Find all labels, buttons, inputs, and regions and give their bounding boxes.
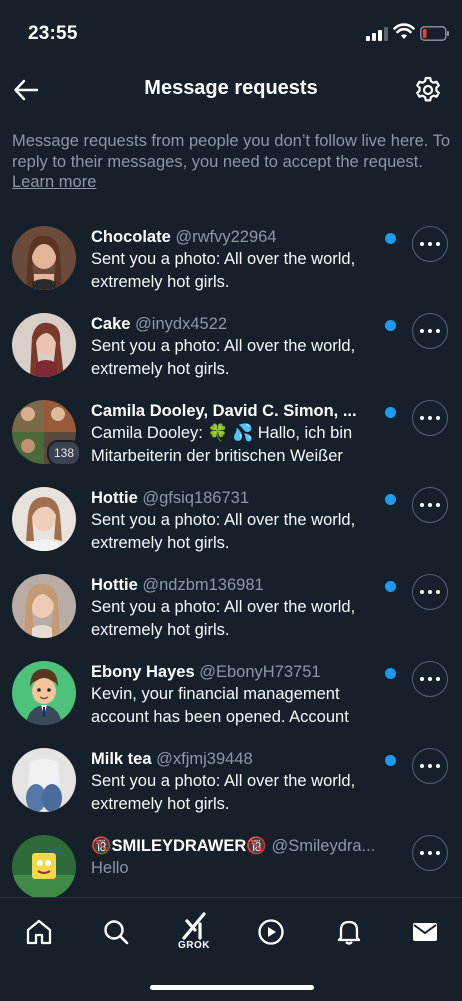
request-text: Camila Dooley, David C. Simon, ... Camil… (91, 400, 381, 467)
home-indicator (150, 985, 314, 990)
request-text: Milk tea @xfjmj39448 Sent you a photo: A… (91, 748, 381, 815)
unread-dot (385, 320, 396, 331)
unread-dot (385, 494, 396, 505)
sender-handle: @gfsiq186731 (142, 489, 250, 507)
bell-icon (337, 920, 361, 945)
request-row[interactable]: Hottie @gfsiq186731 Sent you a photo: Al… (0, 477, 462, 564)
sender-name: Cake (91, 315, 131, 333)
more-options-button[interactable] (412, 487, 448, 523)
battery-low-icon (420, 26, 449, 41)
group-member-count-badge: 138 (47, 440, 81, 466)
more-options-button[interactable] (412, 574, 448, 610)
unread-dot (385, 668, 396, 679)
request-row[interactable]: Cake @inydx4522 Sent you a photo: All ov… (0, 303, 462, 390)
request-text: Hottie @gfsiq186731 Sent you a photo: Al… (91, 487, 381, 554)
nav-video[interactable] (251, 912, 291, 952)
home-icon (26, 919, 52, 945)
envelope-icon (413, 923, 437, 941)
settings-gear-icon[interactable] (413, 75, 443, 105)
more-options-button[interactable] (412, 748, 448, 784)
message-preview: Sent you a photo: All over the world, ex… (91, 250, 356, 291)
sender-name: Camila Dooley, David C. Simon, ... (91, 402, 357, 420)
request-row[interactable]: Chocolate @rwfvy22964 Sent you a photo: … (0, 216, 462, 303)
message-preview: Sent you a photo: All over the world, ex… (91, 337, 356, 378)
more-options-button[interactable] (412, 400, 448, 436)
sender-name: Hottie (91, 576, 138, 594)
more-options-button[interactable] (412, 226, 448, 262)
request-text: Cake @inydx4522 Sent you a photo: All ov… (91, 313, 381, 380)
request-text: 🔞SMILEYDRAWER🔞 @Smileydra... Hello (91, 835, 381, 880)
nav-search[interactable] (96, 912, 136, 952)
unread-dot (385, 233, 396, 244)
sender-handle: @rwfvy22964 (175, 228, 277, 246)
avatar (12, 661, 76, 725)
more-options-button[interactable] (412, 313, 448, 349)
avatar (12, 313, 76, 377)
request-text: Ebony Hayes @EbonyH73751 Kevin, your fin… (91, 661, 381, 728)
sender-name: Ebony Hayes (91, 663, 195, 681)
page-title: Message requests (144, 77, 318, 99)
request-text: Chocolate @rwfvy22964 Sent you a photo: … (91, 226, 381, 293)
sender-handle: @Smileydra... (271, 837, 376, 855)
status-time: 23:55 (28, 23, 78, 44)
avatar (12, 487, 76, 551)
avatar (12, 748, 76, 812)
nav-messages[interactable] (405, 912, 445, 952)
avatar (12, 835, 76, 899)
unread-dot (385, 407, 396, 418)
message-preview: Sent you a photo: All over the world, ex… (91, 598, 356, 639)
message-preview: Sent you a photo: All over the world, ex… (91, 511, 356, 552)
more-options-button[interactable] (412, 661, 448, 697)
sender-name: Hottie (91, 489, 138, 507)
header: Message requests (0, 66, 462, 114)
unread-dot (385, 581, 396, 592)
nav-home[interactable] (19, 912, 59, 952)
intro-description: Message requests from people you don’t f… (12, 132, 451, 171)
sender-handle: @xfjmj39448 (156, 750, 253, 768)
play-circle-icon (258, 919, 284, 945)
message-preview: Camila Dooley: 🍀 💦 Hallo, ich bin Mitarb… (91, 424, 353, 465)
request-row[interactable]: Milk tea @xfjmj39448 Sent you a photo: A… (0, 738, 462, 825)
search-icon (104, 920, 129, 945)
message-preview: Kevin, your financial management account… (91, 685, 349, 726)
wifi-icon (393, 23, 415, 39)
cellular-signal-icon (366, 27, 388, 41)
request-row[interactable]: Ebony Hayes @EbonyH73751 Kevin, your fin… (0, 651, 462, 738)
nav-notifications[interactable] (329, 912, 369, 952)
avatar (12, 226, 76, 290)
request-row[interactable]: Hottie @ndzbm136981 Sent you a photo: Al… (0, 564, 462, 651)
avatar (12, 574, 76, 638)
sender-name: Chocolate (91, 228, 171, 246)
sender-name: 🔞SMILEYDRAWER🔞 (91, 837, 267, 855)
sender-handle: @inydx4522 (135, 315, 228, 333)
message-preview: Hello (91, 859, 129, 877)
status-bar: 23:55 (0, 0, 462, 66)
unread-dot (385, 755, 396, 766)
message-preview: Sent you a photo: All over the world, ex… (91, 772, 356, 813)
sender-handle: @ndzbm136981 (142, 576, 264, 594)
message-request-list: Chocolate @rwfvy22964 Sent you a photo: … (0, 216, 462, 912)
sender-handle: @EbonyH73751 (199, 663, 321, 681)
learn-more-link[interactable]: Learn more (12, 173, 96, 191)
request-text: Hottie @ndzbm136981 Sent you a photo: Al… (91, 574, 381, 641)
more-options-button[interactable] (412, 835, 448, 871)
grok-label: GROK (178, 940, 210, 951)
grok-icon (182, 912, 206, 940)
sender-name: Milk tea (91, 750, 152, 768)
intro-text: Message requests from people you don’t f… (12, 131, 452, 193)
